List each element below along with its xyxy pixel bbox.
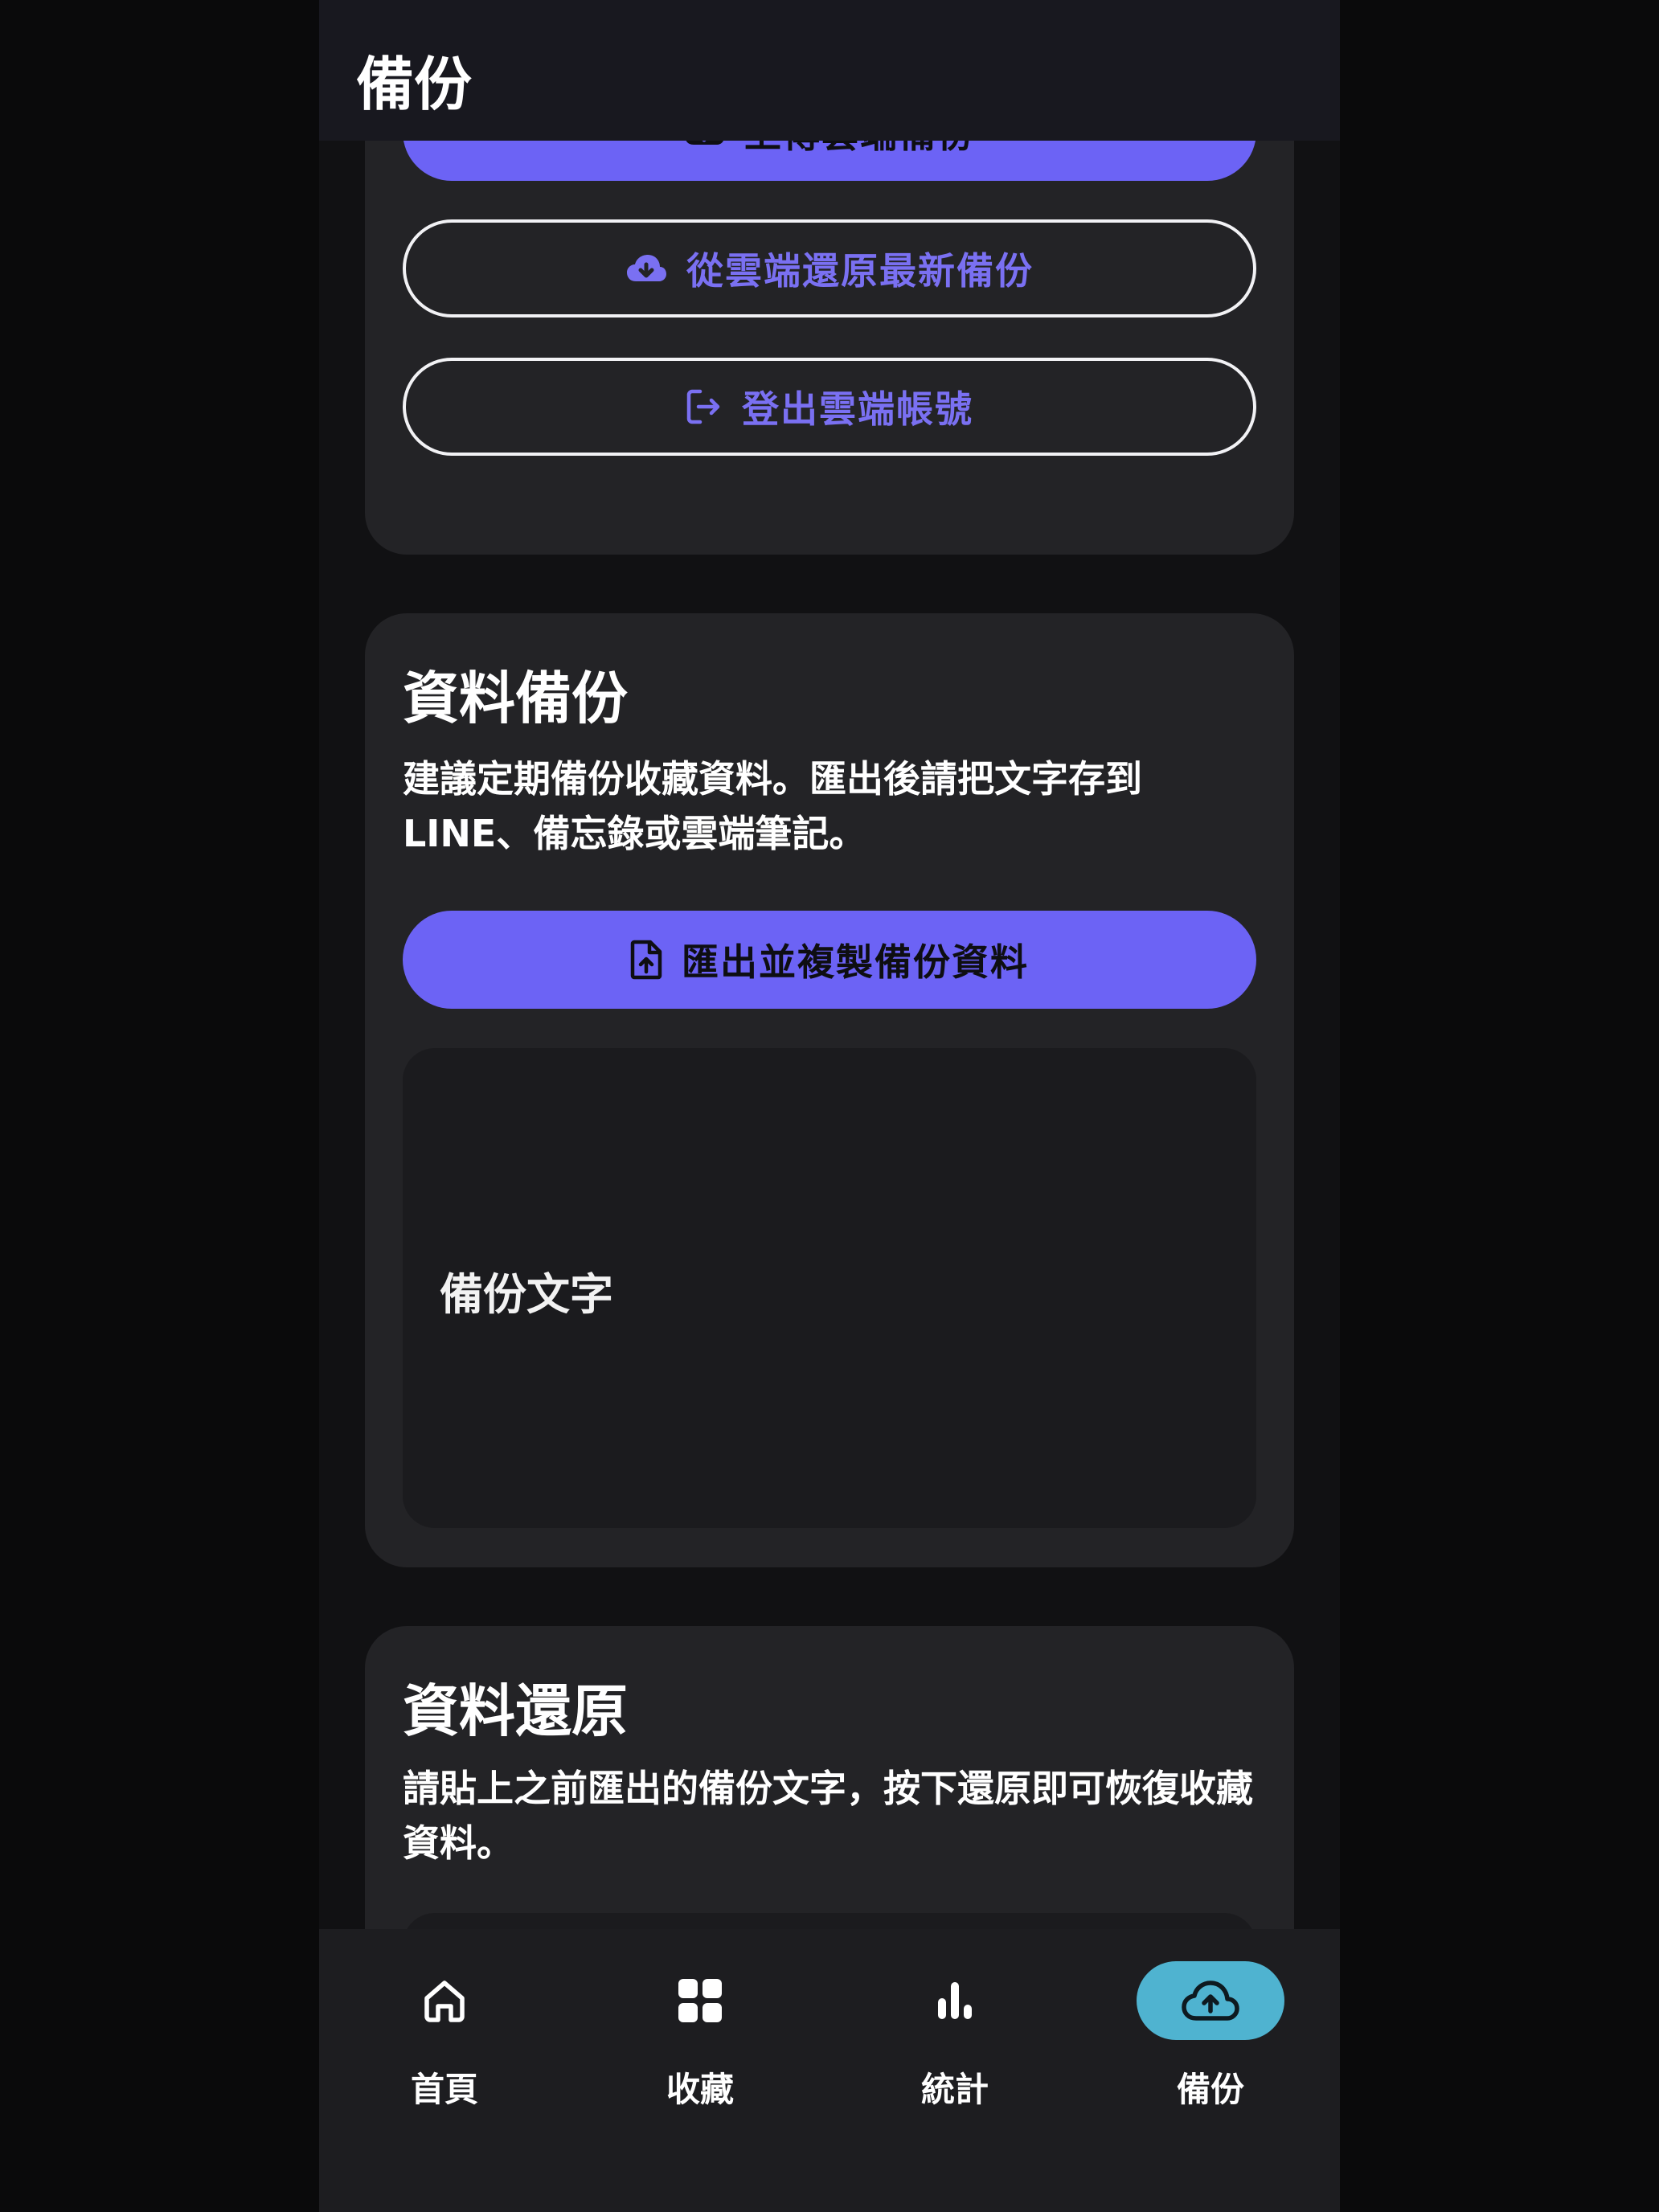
scroll-content[interactable]: 上傳雲端備份 從雲端還原最新備份 登出雲端帳號 資料備份 建議定期備份收藏資料。…	[319, 0, 1340, 2212]
nav-favorites-pill	[626, 1961, 774, 2040]
nav-item-stats[interactable]: 統計	[858, 1961, 1051, 2122]
restore-cloud-button[interactable]: 從雲端還原最新備份	[403, 219, 1256, 317]
nav-stats-pill	[881, 1961, 1029, 2040]
bottom-navigation: 首頁 收藏 統計 備份	[319, 1929, 1340, 2212]
file-export-icon	[630, 940, 662, 980]
cloud-upload-icon	[1182, 1981, 1239, 2021]
nav-stats-label: 統計	[920, 2070, 989, 2109]
nav-item-backup[interactable]: 備份	[1114, 1961, 1307, 2122]
export-copy-label: 匯出並複製備份資料	[682, 940, 1029, 984]
nav-backup-label: 備份	[1176, 2070, 1244, 2109]
nav-home-label: 首頁	[410, 2070, 478, 2109]
logout-icon	[686, 389, 720, 424]
grid-icon	[678, 1979, 722, 2022]
nav-item-favorites[interactable]: 收藏	[604, 1961, 797, 2122]
logout-cloud-label: 登出雲端帳號	[742, 387, 973, 431]
nav-home-pill	[371, 1961, 518, 2040]
backup-card: 資料備份 建議定期備份收藏資料。匯出後請把文字存到 LINE、備忘錄或雲端筆記。…	[365, 613, 1294, 1567]
backup-text-field[interactable]: 備份文字	[403, 1048, 1256, 1528]
backup-card-title: 資料備份	[403, 666, 628, 731]
app-bar: 備份	[319, 0, 1340, 141]
home-icon	[424, 1981, 465, 2022]
nav-item-home[interactable]: 首頁	[348, 1961, 541, 2122]
export-copy-button[interactable]: 匯出並複製備份資料	[403, 911, 1256, 1009]
cloud-download-icon	[627, 255, 666, 281]
restore-card-description: 請貼上之前匯出的備份文字，按下還原即可恢復收藏資料。	[403, 1767, 1253, 1865]
restore-cloud-label: 從雲端還原最新備份	[686, 249, 1034, 293]
backup-text-placeholder: 備份文字	[440, 1269, 613, 1320]
phone-screen: 上傳雲端備份 從雲端還原最新備份 登出雲端帳號 資料備份 建議定期備份收藏資料。…	[319, 0, 1340, 2212]
nav-favorites-label: 收藏	[666, 2070, 734, 2109]
logout-cloud-button[interactable]: 登出雲端帳號	[403, 358, 1256, 456]
backup-card-description: 建議定期備份收藏資料。匯出後請把文字存到 LINE、備忘錄或雲端筆記。	[403, 757, 1142, 855]
bar-chart-icon	[938, 1982, 972, 2019]
restore-card-title: 資料還原	[403, 1678, 628, 1744]
page-title: 備份	[356, 51, 473, 118]
nav-backup-pill	[1137, 1961, 1284, 2040]
